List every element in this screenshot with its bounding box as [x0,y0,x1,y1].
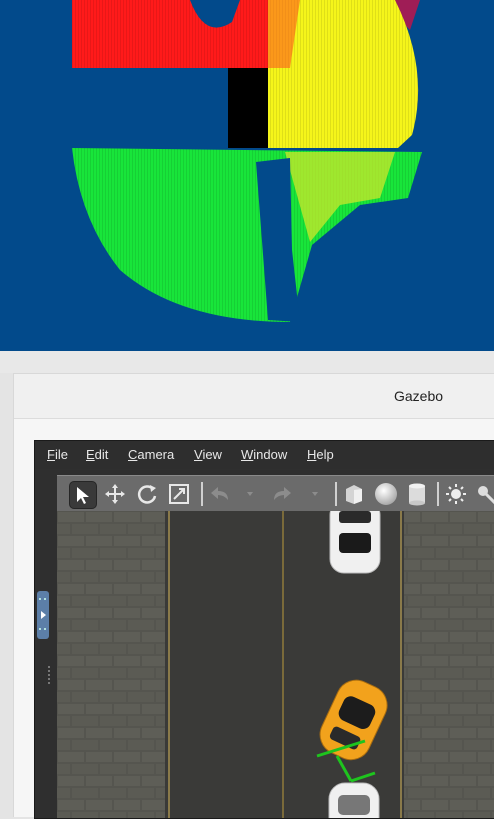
scene-render [57,511,494,818]
toolbar [57,475,494,512]
sun-light-icon[interactable] [443,481,469,507]
select-arrow-icon[interactable] [69,481,97,509]
gazebo-window: Gazebo File Edit Camera View Window Help [13,373,494,819]
window-titlebar[interactable]: Gazebo [14,374,494,419]
toolbar-separator [437,482,439,506]
spot-light-icon[interactable] [473,481,494,507]
box-shape-icon[interactable] [341,481,367,507]
sphere-shape-icon[interactable] [373,481,399,507]
menu-help[interactable]: Help [307,447,334,462]
white-car-front [329,511,381,574]
panel-splitter[interactable] [48,666,52,684]
menu-edit[interactable]: Edit [86,447,108,462]
laser-scan-svg [72,0,422,322]
toolbar-separator [201,482,203,506]
gazebo-app: File Edit Camera View Window Help [34,440,494,819]
cylinder-shape-icon[interactable] [404,481,430,507]
dropdown-arrow-icon[interactable] [302,481,328,507]
laser-scan-visualization [0,0,494,351]
menu-bar: File Edit Camera View Window Help [35,441,494,469]
undo-icon[interactable] [207,481,233,507]
white-car-rear [328,782,380,818]
menu-window[interactable]: Window [241,447,287,462]
redo-icon[interactable] [269,481,295,507]
menu-file[interactable]: File [47,447,68,462]
menu-camera[interactable]: Camera [128,447,174,462]
window-title: Gazebo [394,388,444,404]
menu-view[interactable]: View [194,447,222,462]
scale-icon[interactable] [166,481,192,507]
side-panel-toggle[interactable] [37,591,49,639]
laser-region-black [228,68,268,148]
window-gap [0,351,494,373]
3d-scene-view[interactable] [57,511,494,818]
toolbar-separator [335,482,337,506]
translate-icon[interactable] [102,481,128,507]
rotate-icon[interactable] [134,481,160,507]
dropdown-arrow-icon[interactable] [237,481,263,507]
